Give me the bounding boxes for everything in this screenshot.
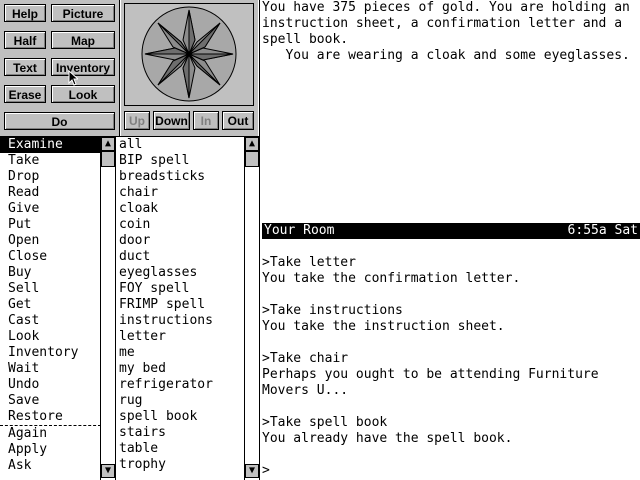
noun-item[interactable]: all [117,137,244,153]
verb-item[interactable]: Close [0,249,101,265]
verb-item[interactable]: Restore [0,409,101,425]
command-line: >Take letter [262,255,356,270]
verb-item[interactable]: Save [0,393,101,409]
inventory-button[interactable]: Inventory [51,58,115,76]
command-button-panel: Help Picture Half Map Text Inventory Era… [0,0,119,136]
scroll-down-arrow-icon[interactable]: ▼ [101,464,115,478]
noun-item[interactable]: my bed [117,361,244,377]
status-bar: Your Room 6:55a Sat [262,223,640,239]
verb-item[interactable]: Wait [0,361,101,377]
response-line: You take the instruction sheet. [262,319,505,334]
do-button[interactable]: Do [4,112,115,130]
response-line: Perhaps you ought to be attending Furnit… [262,367,599,382]
command-line: >Take spell book [262,415,388,430]
panel-divider [119,0,120,137]
game-time: 6:55a Sat [567,223,638,238]
noun-item[interactable]: trophy [117,457,244,473]
compass-star-icon [141,6,237,102]
response-line: You already have the spell book. [262,431,513,446]
verb-list[interactable]: Examine Take Drop Read Give Put Open Close Buy Se… [0,137,101,480]
description-pane: You have 375 pieces of gold. You are hol… [262,0,640,222]
text-button[interactable]: Text [4,58,46,76]
verb-item[interactable]: Inventory [0,345,101,361]
response-line [262,335,640,351]
verb-item[interactable]: Drop [0,169,101,185]
scroll-up-arrow-icon[interactable]: ▲ [101,137,115,151]
noun-item[interactable]: letter [117,329,244,345]
out-button[interactable]: Out [222,111,254,130]
command-line: >Take chair [262,351,349,366]
noun-scrollbar[interactable]: ▲ ▼ [244,137,260,480]
response-line [262,287,640,303]
transcript-pane[interactable]: >Take letter You take the confirmation le… [262,240,640,480]
verb-item[interactable]: Get [0,297,101,313]
scroll-thumb[interactable] [101,151,115,167]
compass-panel: Up Down In Out [121,0,258,136]
noun-item[interactable]: stairs [117,425,244,441]
description-line: You are wearing a cloak and some eyeglas… [262,48,630,63]
help-button[interactable]: Help [4,4,46,22]
verb-item[interactable]: Put [0,217,101,233]
scroll-down-arrow-icon[interactable]: ▼ [245,464,259,478]
noun-list[interactable]: all BIP spell breadsticks chair cloak coin doo… [117,137,244,480]
in-button[interactable]: In [193,111,219,130]
command-line: >Take instructions [262,303,403,318]
room-name: Your Room [264,223,335,238]
picture-button[interactable]: Picture [51,4,115,22]
noun-item[interactable]: refrigerator [117,377,244,393]
mouse-cursor-icon [68,70,78,86]
verb-scrollbar[interactable]: ▲ ▼ [100,137,116,480]
verb-item[interactable]: Buy [0,265,101,281]
noun-item[interactable]: me [117,345,244,361]
scroll-thumb[interactable] [245,151,259,167]
noun-item[interactable]: spell book [117,409,244,425]
down-button[interactable]: Down [153,111,190,130]
noun-item[interactable]: BIP spell [117,153,244,169]
verb-item[interactable]: Take [0,153,101,169]
verb-item[interactable]: Undo [0,377,101,393]
description-line: You have 375 pieces of gold. You are hol… [262,0,630,15]
verb-item[interactable]: Look [0,329,101,345]
noun-item[interactable]: rug [117,393,244,409]
description-line: instruction sheet, a confirmation letter… [262,16,623,31]
response-line [262,399,640,415]
erase-button[interactable]: Erase [4,85,46,103]
verb-item[interactable]: Read [0,185,101,201]
verb-item[interactable]: Give [0,201,101,217]
noun-item[interactable]: table [117,441,244,457]
noun-item[interactable]: breadsticks [117,169,244,185]
half-button[interactable]: Half [4,31,46,49]
verb-item[interactable]: Examine [0,137,101,153]
verb-item[interactable]: Cast [0,313,101,329]
command-line: > [262,463,270,478]
verb-item[interactable]: Open [0,233,101,249]
noun-item[interactable]: door [117,233,244,249]
noun-item[interactable]: instructions [117,313,244,329]
description-line: spell book. [262,32,349,47]
map-button[interactable]: Map [51,31,115,49]
look-button[interactable]: Look [51,85,115,103]
response-line: Movers U... [262,383,349,398]
noun-item[interactable]: FRIMP spell [117,297,244,313]
verb-item[interactable]: Sell [0,281,101,297]
verb-item[interactable]: Again [0,426,101,442]
noun-item[interactable]: duct [117,249,244,265]
noun-item[interactable]: chair [117,185,244,201]
up-button[interactable]: Up [124,111,150,130]
noun-item[interactable]: FOY spell [117,281,244,297]
noun-item[interactable]: eyeglasses [117,265,244,281]
verb-item[interactable]: Ask [0,458,101,474]
scroll-up-arrow-icon[interactable]: ▲ [245,137,259,151]
noun-item[interactable]: coin [117,217,244,233]
response-line [262,447,640,463]
response-line: You take the confirmation letter. [262,271,521,286]
verb-item[interactable]: Apply [0,442,101,458]
compass-rose[interactable] [124,3,254,106]
noun-item[interactable]: cloak [117,201,244,217]
